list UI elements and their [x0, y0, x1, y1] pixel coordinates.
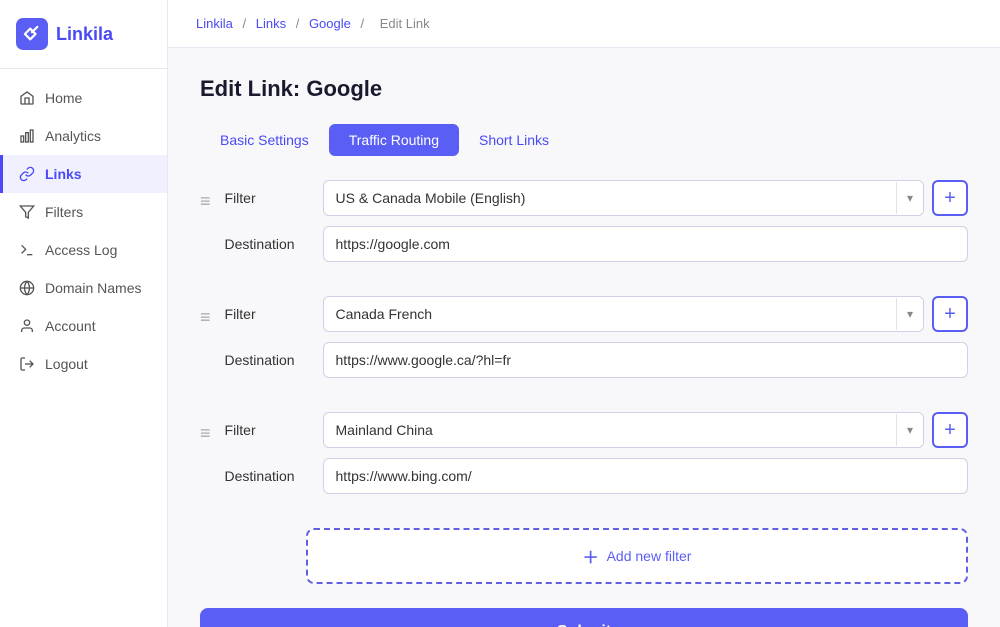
sidebar-item-links[interactable]: Links [0, 155, 167, 193]
logo-text: Linkila [56, 24, 113, 45]
filter-chevron-3[interactable]: ▾ [896, 414, 923, 446]
destination-field-row-1: Destination [225, 226, 968, 262]
breadcrumb-links[interactable]: Links [256, 16, 286, 31]
filter-select-1[interactable]: US & Canada Mobile (English) Canada Fren… [324, 181, 896, 215]
user-icon [19, 318, 35, 334]
breadcrumb-sep-2: / [296, 16, 303, 31]
sidebar-access-log-label: Access Log [45, 242, 117, 258]
filter-fields-1: Filter US & Canada Mobile (English) Cana… [225, 180, 968, 272]
edit-link-page: Edit Link: Google Basic Settings Traffic… [168, 48, 1000, 627]
destination-label-3: Destination [225, 468, 315, 484]
logout-icon [19, 356, 35, 372]
main-content: Linkila / Links / Google / Edit Link Edi… [168, 0, 1000, 627]
filter-chevron-2[interactable]: ▾ [896, 298, 923, 330]
filter-select-wrap-3: Mainland China US & Canada Mobile (Engli… [323, 412, 924, 448]
destination-field-row-2: Destination [225, 342, 968, 378]
sidebar-item-home[interactable]: Home [0, 79, 167, 117]
sidebar-links-label: Links [45, 166, 82, 182]
breadcrumb-sep-1: / [242, 16, 249, 31]
sidebar-item-access-log[interactable]: Access Log [0, 231, 167, 269]
filter-select-3[interactable]: Mainland China US & Canada Mobile (Engli… [324, 413, 896, 447]
breadcrumb: Linkila / Links / Google / Edit Link [168, 0, 1000, 48]
sidebar-item-account[interactable]: Account [0, 307, 167, 345]
breadcrumb-edit-link: Edit Link [380, 16, 430, 31]
filter-plus-btn-1[interactable]: + [932, 180, 968, 216]
drag-handle-3[interactable]: ≡ [200, 412, 211, 442]
filter-field-row-2: Filter Canada French US & Canada Mobile … [225, 296, 968, 332]
breadcrumb-google[interactable]: Google [309, 16, 351, 31]
filter-row-2: ≡ Filter Canada French US & Canada Mobil… [200, 296, 968, 388]
terminal-icon [19, 242, 35, 258]
sidebar-domain-names-label: Domain Names [45, 280, 141, 296]
link-icon [19, 166, 35, 182]
logo-icon [16, 18, 48, 50]
filter-field-row-1: Filter US & Canada Mobile (English) Cana… [225, 180, 968, 216]
destination-label-1: Destination [225, 236, 315, 252]
filter-label-2: Filter [225, 306, 315, 322]
filter-label-1: Filter [225, 190, 315, 206]
tab-traffic-routing[interactable]: Traffic Routing [329, 124, 459, 156]
sidebar-nav: Home Analytics Links Filters Ac [0, 69, 167, 393]
sidebar-logout-label: Logout [45, 356, 88, 372]
sidebar-item-analytics[interactable]: Analytics [0, 117, 167, 155]
destination-input-1[interactable] [323, 226, 968, 262]
bar-chart-icon [19, 128, 35, 144]
drag-handle-1[interactable]: ≡ [200, 180, 211, 210]
breadcrumb-sep-3: / [360, 16, 367, 31]
destination-input-2[interactable] [323, 342, 968, 378]
add-filter-button[interactable]: ＋ Add new filter [306, 528, 968, 584]
filter-select-wrap-2: Canada French US & Canada Mobile (Englis… [323, 296, 924, 332]
filter-select-2[interactable]: Canada French US & Canada Mobile (Englis… [324, 297, 896, 331]
add-filter-label: Add new filter [607, 548, 692, 564]
destination-input-3[interactable] [323, 458, 968, 494]
sidebar-account-label: Account [45, 318, 96, 334]
filter-field-row-3: Filter Mainland China US & Canada Mobile… [225, 412, 968, 448]
drag-handle-2[interactable]: ≡ [200, 296, 211, 326]
globe-icon [19, 280, 35, 296]
filter-fields-2: Filter Canada French US & Canada Mobile … [225, 296, 968, 388]
tab-basic-settings[interactable]: Basic Settings [200, 124, 329, 156]
filter-row-3: ≡ Filter Mainland China US & Canada Mobi… [200, 412, 968, 504]
page-title: Edit Link: Google [200, 76, 968, 102]
sidebar-item-domain-names[interactable]: Domain Names [0, 269, 167, 307]
filter-fields-3: Filter Mainland China US & Canada Mobile… [225, 412, 968, 504]
sidebar-filters-label: Filters [45, 204, 83, 220]
destination-field-row-3: Destination [225, 458, 968, 494]
home-icon [19, 90, 35, 106]
filter-select-wrap-1: US & Canada Mobile (English) Canada Fren… [323, 180, 924, 216]
filter-plus-btn-3[interactable]: + [932, 412, 968, 448]
filter-chevron-1[interactable]: ▾ [896, 182, 923, 214]
sidebar-analytics-label: Analytics [45, 128, 101, 144]
sidebar: Linkila Home Analytics Links [0, 0, 168, 627]
add-filter-plus-icon: ＋ [583, 544, 599, 568]
destination-label-2: Destination [225, 352, 315, 368]
filter-label-3: Filter [225, 422, 315, 438]
logo-area: Linkila [0, 0, 167, 69]
breadcrumb-linkila[interactable]: Linkila [196, 16, 233, 31]
filter-icon [19, 204, 35, 220]
filter-plus-btn-2[interactable]: + [932, 296, 968, 332]
tab-bar: Basic Settings Traffic Routing Short Lin… [200, 124, 968, 156]
tab-short-links[interactable]: Short Links [459, 124, 569, 156]
filter-row-1: ≡ Filter US & Canada Mobile (English) Ca… [200, 180, 968, 272]
sidebar-home-label: Home [45, 90, 82, 106]
sidebar-item-logout[interactable]: Logout [0, 345, 167, 383]
sidebar-item-filters[interactable]: Filters [0, 193, 167, 231]
submit-button[interactable]: Submit [200, 608, 968, 627]
